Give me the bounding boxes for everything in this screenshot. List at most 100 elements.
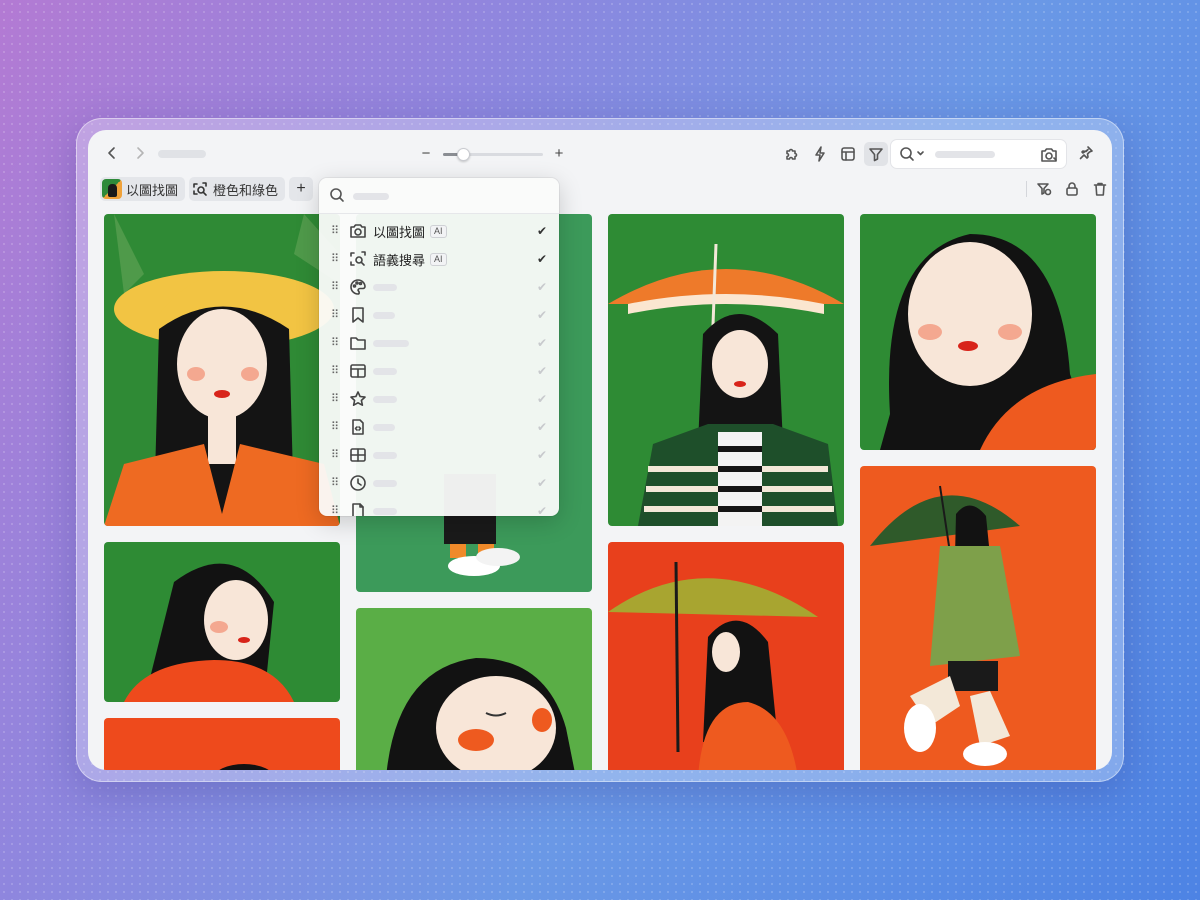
- forward-icon[interactable]: [130, 142, 150, 164]
- girl-green-coat-umbrella-image: [860, 466, 1096, 770]
- camera-icon: [349, 222, 367, 240]
- filter-option[interactable]: ⠿ ✔: [319, 497, 559, 516]
- filter-option[interactable]: ⠿ ✔: [319, 357, 559, 385]
- filter-option[interactable]: ⠿ ✔: [319, 413, 559, 441]
- girl-olive-umbrella-image: [608, 542, 844, 770]
- filter-icon[interactable]: [864, 142, 888, 166]
- app-window: − + 以圖找圖 橙色和綠色 + ⠿ 以圖找圖 AI ✔ ⠿ 語義搜尋 AI ✔…: [88, 130, 1112, 770]
- search-box[interactable]: [890, 139, 1067, 169]
- filter-option-label-placeholder: [373, 283, 397, 291]
- lock-icon[interactable]: [1061, 178, 1083, 200]
- ai-badge: AI: [430, 224, 447, 238]
- drag-handle-icon[interactable]: ⠿: [331, 309, 341, 321]
- image-tile[interactable]: [608, 214, 844, 526]
- filter-option-label: 語義搜尋: [373, 252, 426, 268]
- back-icon[interactable]: [102, 142, 122, 164]
- ai-badge: AI: [430, 252, 447, 266]
- search-icon: [329, 187, 345, 203]
- filter-chips: 以圖找圖 橙色和綠色 +: [100, 177, 314, 201]
- check-icon[interactable]: ✔: [537, 504, 547, 516]
- zoom-slider[interactable]: [443, 148, 543, 161]
- filter-option-label-placeholder: [373, 507, 397, 515]
- zoom-slider-handle[interactable]: [457, 148, 470, 161]
- image-tile[interactable]: [860, 466, 1096, 770]
- navigation: [102, 142, 150, 164]
- folder-icon: [349, 334, 367, 352]
- check-icon[interactable]: ✔: [537, 252, 547, 266]
- check-icon[interactable]: ✔: [537, 364, 547, 378]
- image-tile[interactable]: [356, 608, 592, 770]
- puzzle-icon[interactable]: [780, 142, 804, 166]
- filter-option[interactable]: ⠿ ✔: [319, 469, 559, 497]
- filter-dropdown: ⠿ 以圖找圖 AI ✔ ⠿ 語義搜尋 AI ✔ ⠿ ✔ ⠿ ✔ ⠿ ✔ ⠿ ✔ ⠿ ✔ ⠿ ✔ ⠿ ✔ ⠿ ✔ ⠿ ✔: [319, 178, 559, 516]
- filter-option[interactable]: ⠿ 以圖找圖 AI ✔: [319, 217, 559, 245]
- chip-label: 橙色和綠色: [213, 182, 279, 198]
- drag-handle-icon[interactable]: ⠿: [331, 281, 341, 293]
- filter-option[interactable]: ⠿ ✔: [319, 441, 559, 469]
- chip-label: 以圖找圖: [126, 182, 179, 198]
- drag-handle-icon[interactable]: ⠿: [331, 225, 341, 237]
- drag-handle-icon[interactable]: ⠿: [331, 253, 341, 265]
- drag-handle-icon[interactable]: ⠿: [331, 477, 341, 489]
- palette-icon: [349, 278, 367, 296]
- check-icon[interactable]: ✔: [537, 280, 547, 294]
- drag-handle-icon[interactable]: ⠿: [331, 393, 341, 405]
- image-tile[interactable]: [104, 214, 340, 526]
- girl-yellow-hat-image: [104, 214, 340, 526]
- clock-icon: [349, 474, 367, 492]
- image-tile[interactable]: [104, 542, 340, 702]
- image-tile[interactable]: [860, 214, 1096, 450]
- filter-option-label-placeholder: [373, 311, 395, 319]
- semantic-search-icon: [349, 250, 367, 268]
- image-thumbnail: [102, 179, 122, 199]
- check-icon[interactable]: ✔: [537, 476, 547, 490]
- girl-striped-jacket-umbrella-image: [608, 214, 844, 526]
- search-icon[interactable]: [899, 146, 925, 162]
- check-icon[interactable]: ✔: [537, 224, 547, 238]
- check-icon[interactable]: ✔: [537, 336, 547, 350]
- layout-icon[interactable]: [836, 142, 860, 166]
- filter-actions: [1026, 178, 1111, 200]
- filter-option[interactable]: ⠿ ✔: [319, 329, 559, 357]
- dropdown-search[interactable]: [319, 178, 559, 214]
- chip-semantic-search[interactable]: 橙色和綠色: [189, 177, 286, 201]
- search-placeholder: [935, 151, 995, 158]
- bookmark-icon: [349, 306, 367, 324]
- add-filter-button[interactable]: +: [289, 177, 314, 201]
- filter-option-label-placeholder: [373, 423, 395, 431]
- drag-handle-icon[interactable]: ⠿: [331, 505, 341, 516]
- image-tile[interactable]: [608, 542, 844, 770]
- filter-option-label: 以圖找圖: [373, 224, 426, 240]
- image-tile[interactable]: [104, 718, 340, 770]
- file-icon: [349, 502, 367, 516]
- girl-eyes-closed-image: [356, 608, 592, 770]
- pin-icon[interactable]: [1076, 143, 1096, 163]
- drag-handle-icon[interactable]: ⠿: [331, 449, 341, 461]
- trash-icon[interactable]: [1089, 178, 1111, 200]
- filter-option[interactable]: ⠿ ✔: [319, 385, 559, 413]
- dropdown-search-placeholder: [353, 193, 389, 200]
- divider: [1026, 181, 1027, 197]
- filter-option-label-placeholder: [373, 479, 397, 487]
- star-icon: [349, 390, 367, 408]
- image-search-icon[interactable]: [1038, 144, 1060, 166]
- zoom-in-button[interactable]: +: [551, 144, 567, 164]
- filter-option[interactable]: ⠿ ✔: [319, 273, 559, 301]
- drag-handle-icon[interactable]: ⠿: [331, 337, 341, 349]
- toolbar-tools: [780, 142, 888, 166]
- orange-image-partial: [104, 718, 340, 770]
- drag-handle-icon[interactable]: ⠿: [331, 421, 341, 433]
- girl-long-hair-portrait-image: [860, 214, 1096, 450]
- drag-handle-icon[interactable]: ⠿: [331, 365, 341, 377]
- check-icon[interactable]: ✔: [537, 392, 547, 406]
- zoom-out-button[interactable]: −: [418, 144, 434, 164]
- filter-option[interactable]: ⠿ ✔: [319, 301, 559, 329]
- check-icon[interactable]: ✔: [537, 448, 547, 462]
- check-icon[interactable]: ✔: [537, 308, 547, 322]
- lightning-icon[interactable]: [808, 142, 832, 166]
- filter-option[interactable]: ⠿ 語義搜尋 AI ✔: [319, 245, 559, 273]
- check-icon[interactable]: ✔: [537, 420, 547, 434]
- chip-image-search[interactable]: 以圖找圖: [100, 177, 186, 201]
- filter-clear-icon[interactable]: [1033, 178, 1055, 200]
- semantic-search-icon: [191, 180, 209, 198]
